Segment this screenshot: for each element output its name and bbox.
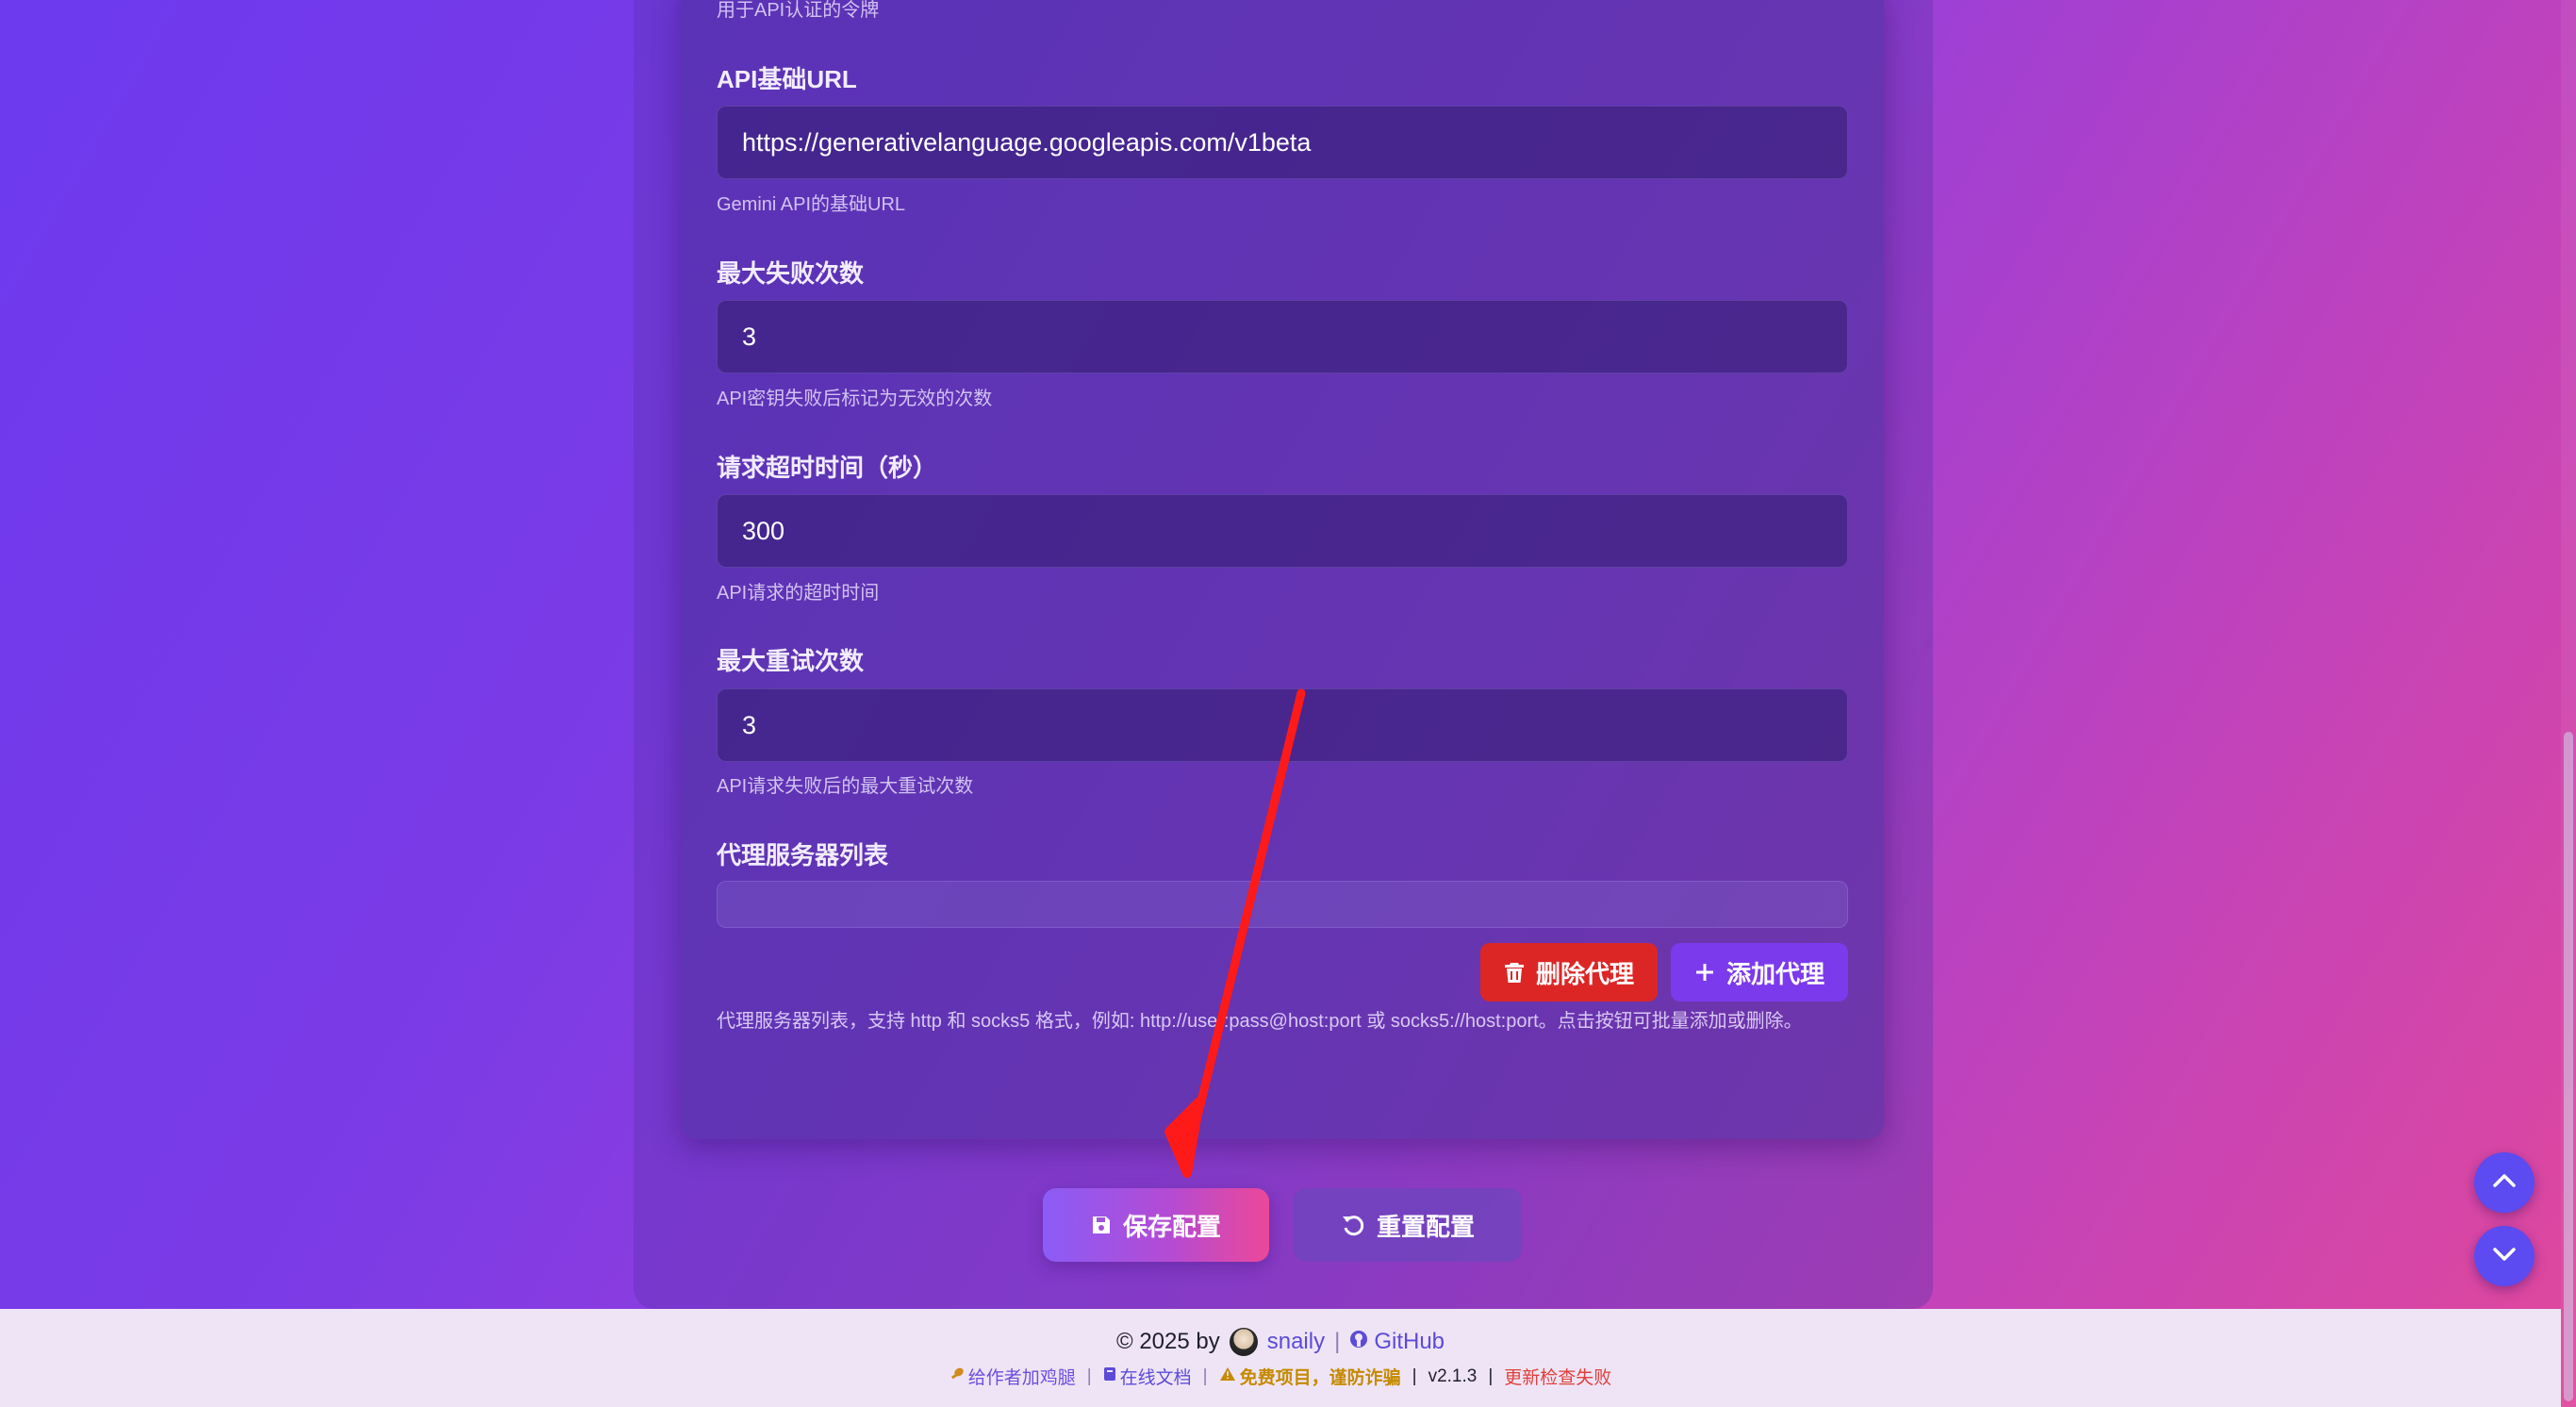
timeout-input[interactable]: 300 [717,494,1848,568]
scroll-top-button[interactable] [2474,1152,2535,1213]
donate-link[interactable]: 给作者加鸡腿 [949,1364,1076,1389]
scam-warning-label: 免费项目，谨防诈骗 [1239,1368,1401,1388]
scrollbar-thumb[interactable] [2564,732,2573,1401]
proxy-list-box[interactable] [717,881,1848,928]
github-label: GitHub [1374,1329,1445,1354]
warning-icon [1219,1366,1236,1387]
plus-icon [1694,962,1715,983]
chevron-up-icon [2492,1173,2517,1193]
max-retries-value: 3 [742,710,757,739]
proxy-list-label: 代理服务器列表 [717,841,889,869]
docs-link[interactable]: 在线文档 [1103,1364,1192,1389]
trash-icon [1504,961,1525,984]
footer-divider: | [1086,1366,1092,1386]
timeout-value: 300 [742,516,785,545]
footer-links: 给作者加鸡腿 | 在线文档 | 免费项目，谨防诈骗 | v2.1.3 | 更新检… [0,1364,2561,1389]
max-retries-input[interactable]: 3 [717,688,1848,762]
footer-credits: © 2025 by snaily | GitHub [0,1328,2561,1356]
github-icon [1349,1329,1368,1355]
proxy-description: 代理服务器列表，支持 http 和 socks5 格式，例如: http://u… [717,1011,1803,1032]
save-config-button[interactable]: 保存配置 [1043,1188,1269,1262]
update-status: 更新检查失败 [1504,1368,1612,1388]
delete-proxy-button[interactable]: 删除代理 [1480,943,1658,1001]
api-base-url-hint: Gemini API的基础URL [717,194,906,215]
book-icon [1103,1366,1116,1387]
reset-config-label: 重置配置 [1376,1212,1475,1241]
scroll-bottom-button[interactable] [2474,1226,2535,1286]
docs-label: 在线文档 [1119,1368,1192,1388]
api-base-url-label: API基础URL [717,65,857,93]
max-failures-hint: API密钥失败后标记为无效的次数 [717,389,993,409]
undo-icon [1341,1213,1365,1237]
max-failures-label: 最大失败次数 [717,259,865,288]
github-link[interactable]: GitHub [1349,1329,1445,1355]
token-hint: 用于API认证的令牌 [717,0,880,21]
footer-divider: | [1202,1366,1208,1386]
footer-divider: | [1488,1366,1494,1386]
drumstick-icon [949,1366,965,1387]
save-icon [1091,1215,1112,1235]
copyright-text: © 2025 by [1115,1329,1220,1354]
max-retries-label: 最大重试次数 [717,647,865,675]
save-config-label: 保存配置 [1122,1212,1221,1241]
author-link[interactable]: snaily [1267,1329,1325,1355]
add-proxy-button[interactable]: 添加代理 [1671,943,1848,1001]
max-retries-hint: API请求失败后的最大重试次数 [717,776,974,797]
reset-config-button[interactable]: 重置配置 [1294,1188,1522,1262]
footer-divider: | [1334,1329,1341,1354]
api-base-url-input[interactable]: https://generativelanguage.googleapis.co… [717,106,1848,179]
api-base-url-value: https://generativelanguage.googleapis.co… [742,127,1312,157]
footer [0,1309,2561,1407]
timeout-hint: API请求的超时时间 [717,583,880,604]
footer-divider: | [1412,1366,1417,1386]
scam-warning: 免费项目，谨防诈骗 [1219,1364,1401,1389]
timeout-label: 请求超时时间（秒） [717,454,938,482]
add-proxy-label: 添加代理 [1726,959,1825,988]
delete-proxy-label: 删除代理 [1535,959,1634,988]
author-avatar [1229,1328,1258,1356]
max-failures-value: 3 [742,322,757,351]
chevron-down-icon [2492,1247,2517,1266]
max-failures-input[interactable]: 3 [717,300,1848,373]
version-label: v2.1.3 [1428,1366,1478,1386]
donate-label: 给作者加鸡腿 [967,1368,1076,1388]
